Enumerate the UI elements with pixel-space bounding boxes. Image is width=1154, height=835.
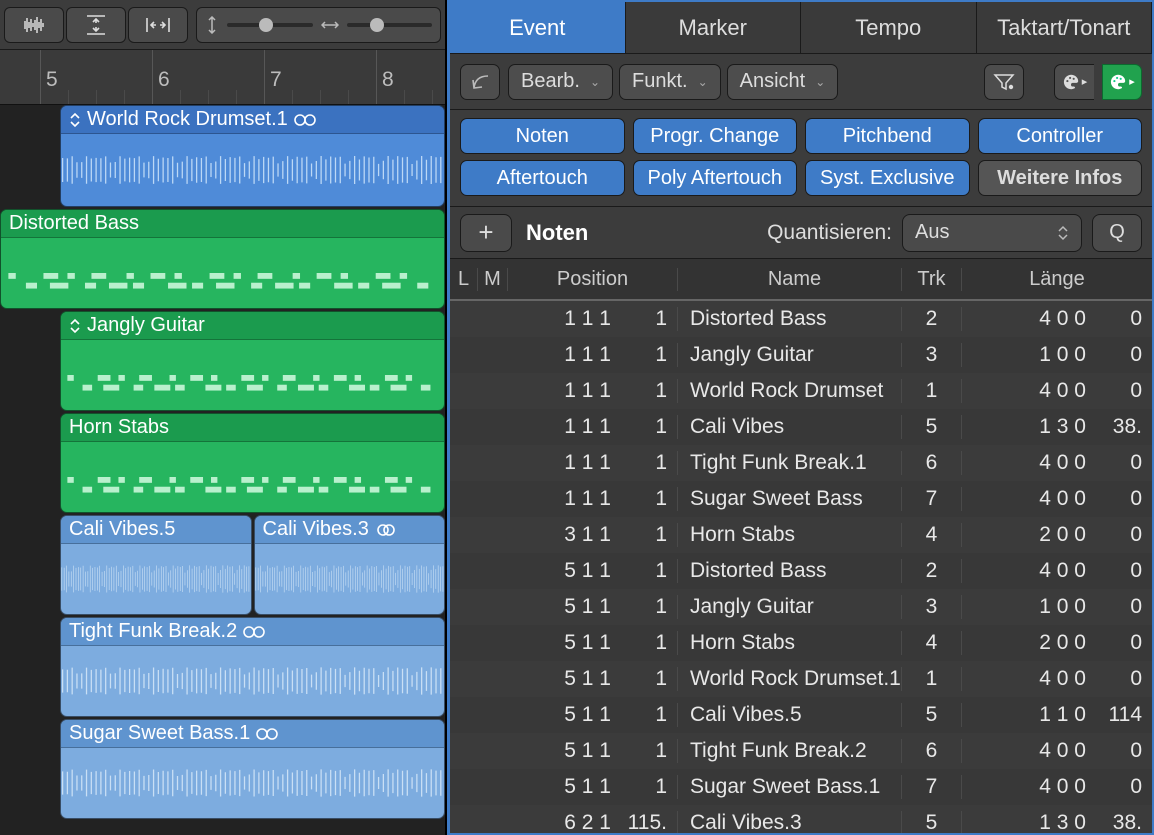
quantize-value: Aus	[915, 221, 949, 244]
view-mode-label: Noten	[526, 220, 588, 246]
vertical-zoom-icon	[205, 16, 219, 34]
chevron-down-icon: ⌄	[590, 75, 600, 89]
tracks-area[interactable]: World Rock Drumset.1 Distorted Bass Jangly…	[0, 105, 445, 835]
horizontal-zoom-fit-icon[interactable]	[128, 7, 188, 43]
table-row[interactable]: 5 1 11 Sugar Sweet Bass.1 7 4 0 00	[450, 769, 1152, 805]
add-event-button[interactable]: +	[460, 214, 512, 252]
region[interactable]: Sugar Sweet Bass.1	[60, 719, 445, 819]
menu-bearb[interactable]: Bearb.⌄	[508, 64, 613, 100]
chevron-down-icon: ⌄	[698, 75, 708, 89]
region[interactable]: World Rock Drumset.1	[60, 105, 445, 207]
table-row[interactable]: 5 1 11 Distorted Bass 2 4 0 00	[450, 553, 1152, 589]
event-table-header: L M Position Name Trk Länge	[450, 259, 1152, 301]
region-name: Distorted Bass	[9, 212, 139, 235]
vertical-zoom-slider[interactable]	[227, 23, 313, 27]
menu-ansicht[interactable]: Ansicht⌄	[727, 64, 839, 100]
tab-event[interactable]: Event	[450, 2, 626, 53]
loop-icon	[294, 113, 316, 127]
table-row[interactable]: 3 1 11 Horn Stabs 4 2 0 00	[450, 517, 1152, 553]
region-name: Cali Vibes.5	[69, 518, 175, 541]
col-position[interactable]: Position	[508, 268, 678, 291]
palette-icon[interactable]: ▸	[1054, 64, 1094, 100]
region[interactable]: Cali Vibes.5	[60, 515, 252, 615]
updown-icon	[69, 112, 81, 128]
tab-taktart-tonart[interactable]: Taktart/Tonart	[977, 2, 1153, 53]
table-row[interactable]: 1 1 11 Distorted Bass 2 4 0 00	[450, 301, 1152, 337]
vertical-zoom-fit-icon[interactable]	[66, 7, 126, 43]
updown-icon	[69, 318, 81, 334]
region[interactable]: Cali Vibes.3	[254, 515, 446, 615]
table-row[interactable]: 1 1 11 Tight Funk Break.1 6 4 0 00	[450, 445, 1152, 481]
waveform-mode-icon[interactable]	[4, 7, 64, 43]
event-menubar: Bearb.⌄Funkt.⌄Ansicht⌄ ▸ ▸	[450, 54, 1152, 110]
table-row[interactable]: 6 2 1115. Cali Vibes.3 5 1 3 038.	[450, 805, 1152, 833]
arrange-toolbar	[0, 0, 445, 50]
filter-syst-exclusive[interactable]: Syst. Exclusive	[805, 160, 970, 196]
region-name: Jangly Guitar	[87, 314, 205, 337]
col-name[interactable]: Name	[678, 268, 902, 291]
table-row[interactable]: 1 1 11 Cali Vibes 5 1 3 038.	[450, 409, 1152, 445]
loop-icon	[243, 625, 265, 639]
col-l[interactable]: L	[450, 268, 478, 291]
table-row[interactable]: 5 1 11 Cali Vibes.5 5 1 1 0114	[450, 697, 1152, 733]
table-row[interactable]: 1 1 11 Jangly Guitar 3 1 0 00	[450, 337, 1152, 373]
quantize-select[interactable]: Aus	[902, 214, 1082, 252]
palette-apply-icon[interactable]: ▸	[1102, 64, 1142, 100]
menu-funkt[interactable]: Funkt.⌄	[619, 64, 721, 100]
table-row[interactable]: 5 1 11 Jangly Guitar 3 1 0 00	[450, 589, 1152, 625]
region[interactable]: Distorted Bass	[0, 209, 445, 309]
quantize-apply-button[interactable]: Q	[1092, 214, 1142, 252]
stereo-icon	[375, 523, 397, 537]
filter-icon[interactable]	[984, 64, 1024, 100]
chevron-down-icon: ⌄	[815, 75, 825, 89]
horizontal-zoom-icon	[321, 18, 339, 32]
ruler-number: 5	[46, 68, 58, 92]
filter-noten[interactable]: Noten	[460, 118, 625, 154]
table-row[interactable]: 1 1 11 Sugar Sweet Bass 7 4 0 00	[450, 481, 1152, 517]
zoom-sliders	[196, 7, 441, 43]
region-name: Horn Stabs	[69, 416, 169, 439]
filter-aftertouch[interactable]: Aftertouch	[460, 160, 625, 196]
col-trk[interactable]: Trk	[902, 268, 962, 291]
region[interactable]: Tight Funk Break.2	[60, 617, 445, 717]
list-tabs: EventMarkerTempoTaktart/Tonart	[450, 2, 1152, 54]
region-name: World Rock Drumset.1	[87, 108, 288, 131]
region-name: Cali Vibes.3	[263, 518, 369, 541]
ruler-number: 8	[382, 68, 394, 92]
event-type-filters: NotenProgr. ChangePitchbendController Aft…	[450, 110, 1152, 207]
col-length[interactable]: Länge	[962, 268, 1152, 291]
filter-progr-change[interactable]: Progr. Change	[633, 118, 798, 154]
quantize-label: Quantisieren:	[767, 221, 892, 245]
region[interactable]: Horn Stabs	[60, 413, 445, 513]
table-row[interactable]: 1 1 11 World Rock Drumset 1 4 0 00	[450, 373, 1152, 409]
filter-controller[interactable]: Controller	[978, 118, 1143, 154]
loop-icon	[256, 727, 278, 741]
horizontal-zoom-slider[interactable]	[347, 23, 433, 27]
table-row[interactable]: 5 1 11 World Rock Drumset.1 1 4 0 00	[450, 661, 1152, 697]
filter-weitere-infos[interactable]: Weitere Infos	[978, 160, 1143, 196]
table-row[interactable]: 5 1 11 Tight Funk Break.2 6 4 0 00	[450, 733, 1152, 769]
region-name: Tight Funk Break.2	[69, 620, 237, 643]
event-table-body[interactable]: 1 1 11 Distorted Bass 2 4 0 00 1 1 11 Ja…	[450, 301, 1152, 833]
ruler-number: 6	[158, 68, 170, 92]
region-name: Sugar Sweet Bass.1	[69, 722, 250, 745]
table-row[interactable]: 5 1 11 Horn Stabs 4 2 0 00	[450, 625, 1152, 661]
ruler-number: 7	[270, 68, 282, 92]
arrangement-panel: 5 6 7 8 World Rock Drumset.1 Distorted Bass J…	[0, 0, 447, 835]
up-left-arrow-icon[interactable]	[460, 64, 500, 100]
quantize-bar: + Noten Quantisieren: Aus Q	[450, 207, 1152, 259]
bar-ruler[interactable]: 5 6 7 8	[0, 50, 445, 105]
filter-pitchbend[interactable]: Pitchbend	[805, 118, 970, 154]
col-m[interactable]: M	[478, 268, 508, 291]
tab-tempo[interactable]: Tempo	[801, 2, 977, 53]
event-list-panel: EventMarkerTempoTaktart/Tonart Bearb.⌄Fu…	[447, 0, 1154, 835]
region[interactable]: Jangly Guitar	[60, 311, 445, 411]
filter-poly-aftertouch[interactable]: Poly Aftertouch	[633, 160, 798, 196]
tab-marker[interactable]: Marker	[626, 2, 802, 53]
